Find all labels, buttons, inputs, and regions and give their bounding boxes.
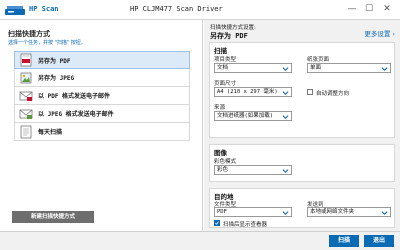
chevron-down-icon [282, 67, 289, 71]
email-pdf-icon [19, 91, 33, 101]
chevron-right-icon: › [392, 30, 395, 38]
scanner-logo-icon [5, 6, 25, 15]
shortcut-everyday-scan[interactable]: 每天扫描 [14, 123, 190, 141]
shortcut-email-jpeg[interactable]: 以 JPEG 格式发送电子邮件 [14, 105, 190, 123]
exit-button[interactable]: 退出 [364, 235, 394, 247]
chevron-down-icon [282, 211, 289, 215]
chevron-down-icon [282, 115, 289, 119]
shortcut-email-pdf[interactable]: 以 PDF 格式发送电子邮件 [14, 87, 190, 105]
shortcut-list: 另存为 PDF 另存为 JPEG 以 PDF 格式发送电子邮件 以 JPEG 格… [14, 51, 190, 141]
shortcut-label: 每天扫描 [38, 129, 63, 136]
shortcut-save-jpeg[interactable]: 另存为 JPEG [14, 69, 190, 87]
color-mode-label: 彩色模式 [214, 159, 237, 165]
close-button[interactable]: ✕ [380, 2, 394, 16]
image-section-title: 图像 [214, 149, 227, 157]
shortcut-panel: 扫描快捷方式 选择一个任务，并按 "扫描" 按钮。 另存为 PDF 另存为 JP… [0, 20, 203, 231]
item-type-label: 项目类型 [214, 57, 237, 63]
action-bar: 扫描 退出 [0, 231, 400, 250]
send-to-select[interactable]: 本地或网络文件夹 [307, 207, 391, 217]
shortcut-label: 以 PDF 格式发送电子邮件 [38, 93, 111, 100]
chevron-down-icon [282, 169, 289, 173]
shortcut-label: 另存为 PDF [38, 57, 71, 65]
shortcut-save-pdf[interactable]: 另存为 PDF [14, 51, 190, 69]
email-jpeg-icon [19, 109, 33, 119]
new-shortcut-button[interactable]: 新建扫描快捷方式 [12, 211, 94, 223]
shortcut-panel-heading: 扫描快捷方式 [8, 30, 50, 38]
chevron-down-icon [381, 211, 388, 215]
destination-section: 目的地 文件类型 PDF 发送到 本地或网络文件夹 扫描后显示查看器 [209, 188, 395, 228]
shortcut-label: 另存为 JPEG [38, 75, 75, 82]
page-sides-label: 纸张页面 [307, 57, 330, 63]
page-sides-select[interactable]: 单面 [307, 63, 391, 73]
chevron-down-icon [282, 91, 289, 95]
window-title: HP CLJM477 Scan Driver [130, 5, 223, 13]
item-type-select[interactable]: 文档 [214, 63, 292, 73]
chevron-down-icon [381, 67, 388, 71]
title-bar: HP Scan HP CLJM477 Scan Driver — ☐ ✕ [0, 0, 400, 20]
source-label: 来源 [214, 105, 226, 111]
show-viewer-checkbox[interactable] [214, 220, 220, 226]
page-size-label: 页面尺寸 [214, 81, 237, 87]
maximize-button[interactable]: ☐ [362, 2, 376, 16]
pdf-icon [20, 53, 32, 67]
more-settings-link[interactable]: 更多设置 › [364, 28, 395, 38]
scan-section: 扫描 项目类型 文档 纸张页面 单面 页面尺寸 A4 (210 x 297 毫米… [209, 42, 395, 138]
shortcut-panel-instructions: 选择一个任务，并按 "扫描" 按钮。 [8, 40, 86, 46]
shortcut-label: 以 JPEG 格式发送电子邮件 [38, 111, 114, 118]
jpeg-icon [20, 72, 32, 83]
page-size-select[interactable]: A4 (210 x 297 毫米) [214, 87, 292, 97]
scan-button[interactable]: 扫描 [329, 235, 359, 247]
scan-section-title: 扫描 [214, 47, 227, 55]
source-select[interactable]: 文档进纸器(如果加载) [214, 111, 292, 121]
app-name: HP Scan [29, 5, 59, 13]
show-viewer-label: 扫描后显示查看器 [223, 222, 268, 228]
settings-caption: 扫描快捷方式设置: [210, 25, 256, 31]
minimize-button[interactable]: — [345, 2, 359, 16]
auto-orient-checkbox[interactable] [307, 89, 313, 95]
file-type-select[interactable]: PDF [214, 207, 292, 217]
settings-panel: 扫描快捷方式设置: 另存为 PDF 更多设置 › 扫描 项目类型 文档 纸张页面… [204, 20, 400, 231]
scan-icon [20, 125, 32, 138]
color-mode-select[interactable]: 彩色 [214, 165, 292, 175]
auto-orient-label: 自动调整方向 [316, 91, 350, 97]
checkmark-icon [215, 221, 219, 225]
image-section: 图像 彩色模式 彩色 [209, 144, 395, 182]
current-shortcut-name: 另存为 PDF [210, 32, 248, 40]
